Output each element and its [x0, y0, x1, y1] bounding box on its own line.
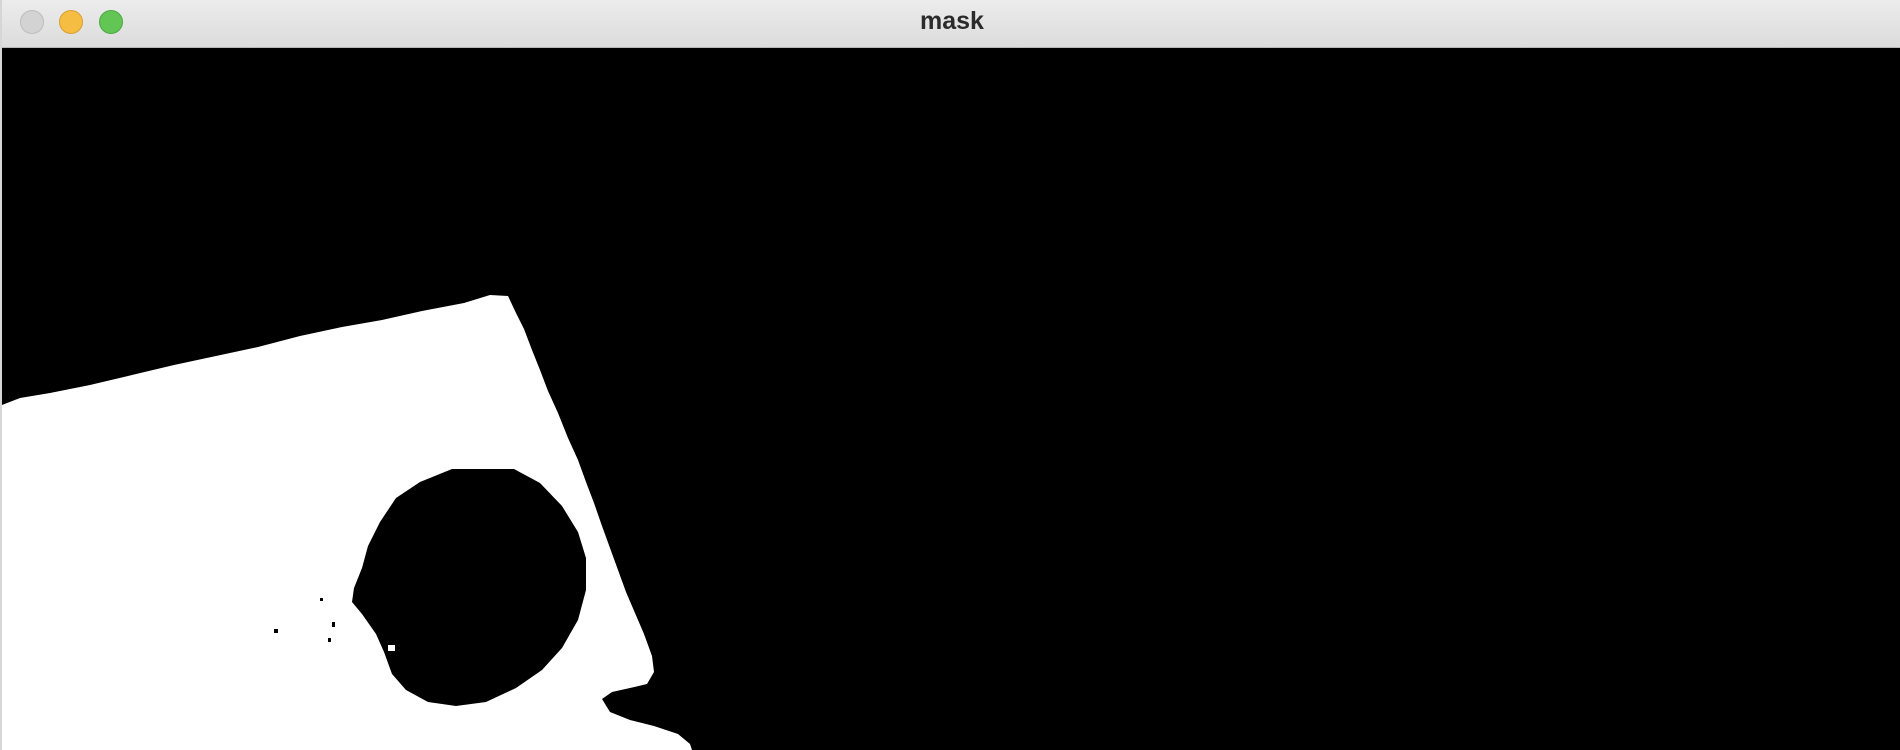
title-bar[interactable]: mask [2, 0, 1900, 48]
mask-speck [388, 645, 395, 651]
mask-speck [274, 629, 278, 633]
mask-speck [320, 598, 323, 601]
mask-speck [332, 622, 335, 627]
window-title: mask [920, 7, 984, 35]
mask-image-canvas [2, 48, 1900, 750]
mask-image [2, 48, 1900, 750]
mask-speck [328, 638, 331, 642]
app-window: mask [0, 0, 1900, 750]
